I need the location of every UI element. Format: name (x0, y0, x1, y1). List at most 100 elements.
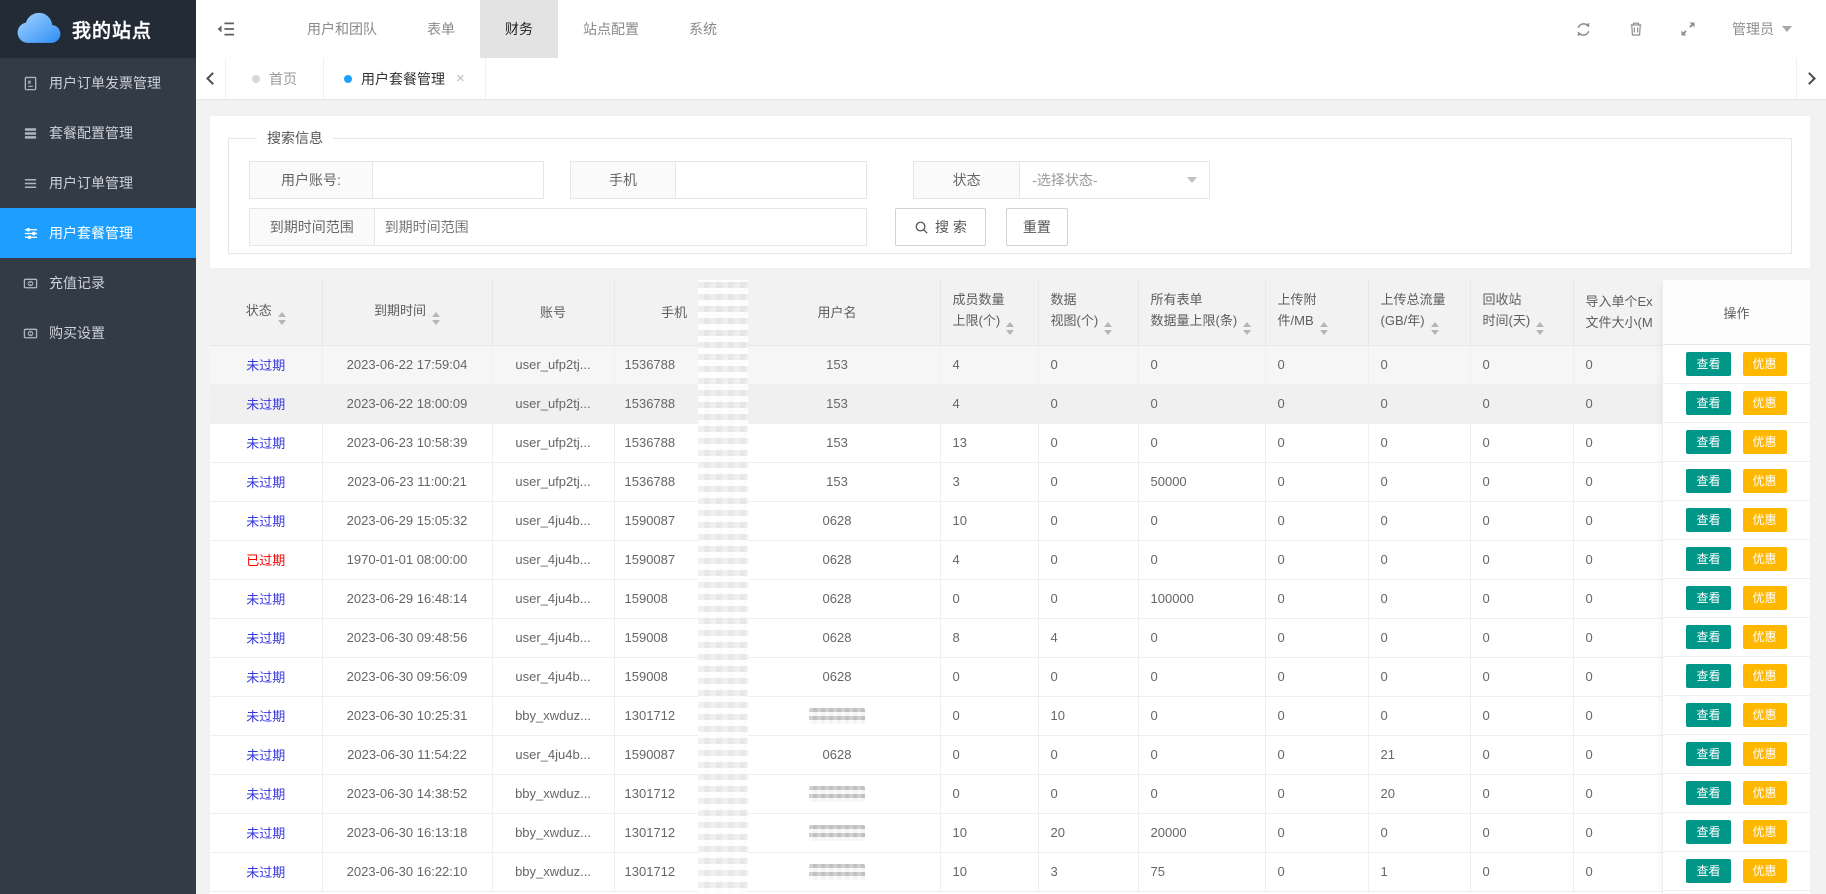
column-header-status[interactable]: 状态 (210, 280, 322, 345)
tab-scroll-right-icon[interactable] (1796, 58, 1826, 99)
view-button[interactable]: 查看 (1686, 625, 1730, 649)
close-icon[interactable]: × (456, 71, 465, 86)
table-row: 未过期2023-06-22 18:00:09user_ufp2tj...1536… (210, 384, 1810, 423)
table-row: 未过期2023-06-30 09:56:09user_4ju4b...15900… (210, 657, 1810, 696)
top-nav-tab[interactable]: 站点配置 (558, 0, 664, 58)
discount-button[interactable]: 优惠 (1743, 586, 1787, 610)
cell-recycle_days: 0 (1470, 852, 1573, 891)
table-row: 未过期2023-06-23 10:58:39user_ufp2tj...1536… (210, 423, 1810, 462)
cell-member_limit: 10 (940, 501, 1038, 540)
sidebar-item-label: 套餐配置管理 (49, 123, 133, 143)
page-tab[interactable]: 首页 (226, 58, 324, 99)
cell-expire_time: 2023-06-29 15:05:32 (322, 501, 492, 540)
view-button[interactable]: 查看 (1686, 430, 1730, 454)
view-button[interactable]: 查看 (1686, 586, 1730, 610)
cell-expire_time: 2023-06-29 16:48:14 (322, 579, 492, 618)
top-nav-tab[interactable]: 表单 (402, 0, 480, 58)
discount-button[interactable]: 优惠 (1743, 508, 1787, 532)
column-header-recycle_days[interactable]: 回收站时间(天) (1470, 280, 1573, 345)
fullscreen-icon[interactable] (1680, 21, 1696, 37)
column-header-member_limit[interactable]: 成员数量上限(个) (940, 280, 1038, 345)
discount-button[interactable]: 优惠 (1743, 391, 1787, 415)
sort-arrows-icon[interactable] (1104, 322, 1112, 335)
account-input[interactable] (373, 162, 543, 198)
discount-button[interactable]: 优惠 (1743, 859, 1787, 883)
discount-button[interactable]: 优惠 (1743, 664, 1787, 688)
discount-button[interactable]: 优惠 (1743, 781, 1787, 805)
content-area: 搜索信息 用户账号: 手机 状态 -选择状态- (196, 100, 1826, 894)
refresh-icon[interactable] (1575, 21, 1592, 38)
cell-member_limit: 10 (940, 852, 1038, 891)
discount-button[interactable]: 优惠 (1743, 469, 1787, 493)
view-button[interactable]: 查看 (1686, 664, 1730, 688)
masked-username (809, 786, 865, 802)
sort-arrows-icon[interactable] (1320, 322, 1328, 335)
phone-input[interactable] (676, 162, 866, 198)
page-tab[interactable]: 用户套餐管理× (324, 58, 486, 99)
cell-username: 153 (734, 384, 940, 423)
admin-dropdown[interactable]: 管理员 (1732, 19, 1792, 39)
view-button[interactable]: 查看 (1686, 508, 1730, 532)
sidebar-item[interactable]: 套餐配置管理 (0, 108, 196, 158)
sidebar-item[interactable]: 用户订单发票管理 (0, 58, 196, 108)
discount-button[interactable]: 优惠 (1743, 430, 1787, 454)
view-button[interactable]: 查看 (1686, 352, 1730, 376)
search-button[interactable]: 搜 索 (895, 208, 986, 246)
cell-member_limit: 4 (940, 345, 1038, 384)
view-button[interactable]: 查看 (1686, 820, 1730, 844)
tab-scroll-left-icon[interactable] (196, 58, 226, 99)
sidebar-item[interactable]: 用户订单管理 (0, 158, 196, 208)
view-button[interactable]: 查看 (1686, 391, 1730, 415)
top-nav-tab[interactable]: 用户和团队 (282, 0, 402, 58)
view-button[interactable]: 查看 (1686, 859, 1730, 883)
column-header-data_views[interactable]: 数据视图(个) (1038, 280, 1138, 345)
discount-button[interactable]: 优惠 (1743, 547, 1787, 571)
discount-button[interactable]: 优惠 (1743, 703, 1787, 727)
sort-arrows-icon[interactable] (1431, 322, 1439, 335)
column-header-traffic_gb[interactable]: 上传总流量(GB/年) (1368, 280, 1470, 345)
view-button[interactable]: 查看 (1686, 703, 1730, 727)
discount-button[interactable]: 优惠 (1743, 820, 1787, 844)
reset-button[interactable]: 重置 (1006, 208, 1068, 246)
top-nav-tab[interactable]: 系统 (664, 0, 742, 58)
column-header-form_data_limit[interactable]: 所有表单数据量上限(条) (1138, 280, 1265, 345)
column-header-upload_mb[interactable]: 上传附件/MB (1265, 280, 1368, 345)
view-button[interactable]: 查看 (1686, 469, 1730, 493)
cell-upload_mb: 0 (1265, 462, 1368, 501)
sort-arrows-icon[interactable] (432, 312, 440, 325)
date-range-input[interactable] (375, 209, 866, 245)
collapse-menu-icon[interactable] (196, 0, 254, 58)
sort-arrows-icon[interactable] (1006, 322, 1014, 335)
column-header-expire_time[interactable]: 到期时间 (322, 280, 492, 345)
discount-button[interactable]: 优惠 (1743, 742, 1787, 766)
site-title: 我的站点 (72, 16, 152, 43)
trash-icon[interactable] (1628, 21, 1644, 37)
cell-account: user_4ju4b... (492, 540, 614, 579)
status-field-group: 状态 -选择状态- (913, 161, 1210, 199)
cell-username: 0628 (734, 501, 940, 540)
logo[interactable]: 我的站点 (0, 0, 196, 58)
sidebar-item[interactable]: 充值记录 (0, 258, 196, 308)
sidebar-item[interactable]: 购买设置 (0, 308, 196, 358)
discount-button[interactable]: 优惠 (1743, 625, 1787, 649)
tab-dot-icon (344, 75, 352, 83)
view-button[interactable]: 查看 (1686, 547, 1730, 571)
status-badge: 未过期 (246, 475, 285, 490)
view-button[interactable]: 查看 (1686, 742, 1730, 766)
sidebar-item-label: 用户订单发票管理 (49, 73, 161, 93)
phone-prefix: 1301712 (625, 708, 676, 723)
page-tab-bar: 首页用户套餐管理× (196, 58, 1826, 100)
sort-arrows-icon[interactable] (1536, 322, 1544, 335)
sidebar-item[interactable]: 用户套餐管理 (0, 208, 196, 258)
cell-expire_time: 2023-06-22 17:59:04 (322, 345, 492, 384)
status-select[interactable]: -选择状态- (1020, 162, 1209, 198)
discount-button[interactable]: 优惠 (1743, 352, 1787, 376)
sort-arrows-icon[interactable] (278, 312, 286, 325)
cell-phone: 1536788 (614, 384, 734, 423)
cell-member_limit: 10 (940, 813, 1038, 852)
view-button[interactable]: 查看 (1686, 781, 1730, 805)
top-nav-tab[interactable]: 财务 (480, 0, 558, 58)
sort-arrows-icon[interactable] (1243, 322, 1251, 335)
cell-phone: 1536788 (614, 345, 734, 384)
table-row: 未过期2023-06-23 11:00:21user_ufp2tj...1536… (210, 462, 1810, 501)
